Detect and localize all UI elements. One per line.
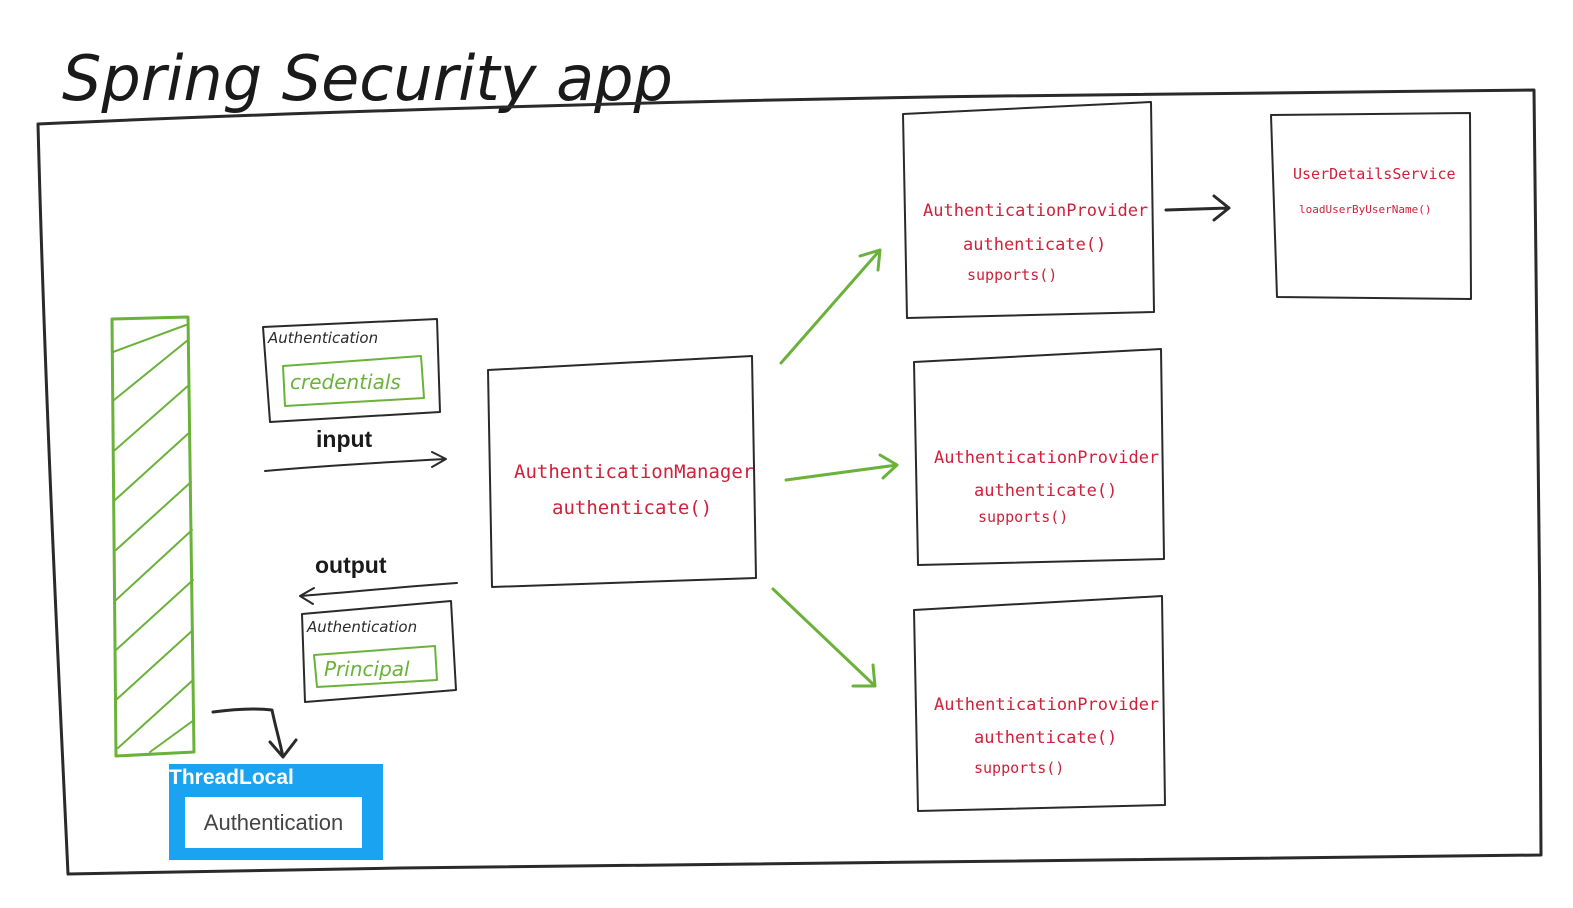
output-box-title: Authentication bbox=[306, 618, 417, 636]
authentication-provider-1-box: AuthenticationProvider authenticate() su… bbox=[902, 101, 1155, 319]
input-box-title: Authentication bbox=[267, 329, 378, 347]
threadlocal-arrow bbox=[211, 707, 298, 759]
input-arrow bbox=[264, 451, 447, 472]
manager-method: authenticate() bbox=[552, 497, 712, 519]
provider-1-method-authenticate: authenticate() bbox=[963, 235, 1106, 255]
provider-2-name: AuthenticationProvider bbox=[934, 448, 1159, 468]
authentication-provider-3-box: AuthenticationProvider authenticate() su… bbox=[913, 595, 1166, 812]
manager-name: AuthenticationManager bbox=[514, 461, 754, 483]
authentication-manager-box: AuthenticationManager authenticate() bbox=[487, 355, 757, 588]
user-details-service-box: UserDetailsService loadUserByUserName() bbox=[1270, 112, 1472, 300]
threadlocal-authentication: Authentication bbox=[185, 797, 362, 848]
provider-1-method-supports: supports() bbox=[967, 266, 1057, 284]
provider-2-method-authenticate: authenticate() bbox=[974, 481, 1117, 501]
output-arrow bbox=[299, 582, 458, 605]
arrow-to-user-details-service bbox=[1164, 194, 1231, 222]
provider-3-method-authenticate: authenticate() bbox=[974, 728, 1117, 748]
output-authentication-box: Authentication Principal bbox=[301, 600, 457, 703]
provider-1-name: AuthenticationProvider bbox=[923, 201, 1148, 221]
provider-3-name: AuthenticationProvider bbox=[934, 695, 1159, 715]
input-label: input bbox=[316, 426, 373, 452]
arrow-to-provider-1 bbox=[779, 248, 882, 365]
authentication-provider-2-box: AuthenticationProvider authenticate() su… bbox=[913, 348, 1165, 566]
output-label: output bbox=[315, 552, 387, 578]
threadlocal-box: ThreadLocal Authentication bbox=[169, 764, 383, 860]
provider-2-method-supports: supports() bbox=[978, 508, 1068, 526]
filter-chain-bar bbox=[110, 315, 196, 758]
arrow-to-provider-2 bbox=[784, 453, 899, 482]
output-principal-label: Principal bbox=[324, 657, 410, 681]
input-authentication-box: Authentication credentials bbox=[262, 318, 441, 423]
user-details-service-name: UserDetailsService bbox=[1293, 165, 1456, 183]
input-credentials-label: credentials bbox=[290, 370, 401, 394]
user-details-service-method: loadUserByUserName() bbox=[1299, 203, 1431, 216]
provider-3-method-supports: supports() bbox=[974, 759, 1064, 777]
arrow-to-provider-3 bbox=[771, 587, 877, 688]
threadlocal-title: ThreadLocal bbox=[169, 766, 294, 789]
